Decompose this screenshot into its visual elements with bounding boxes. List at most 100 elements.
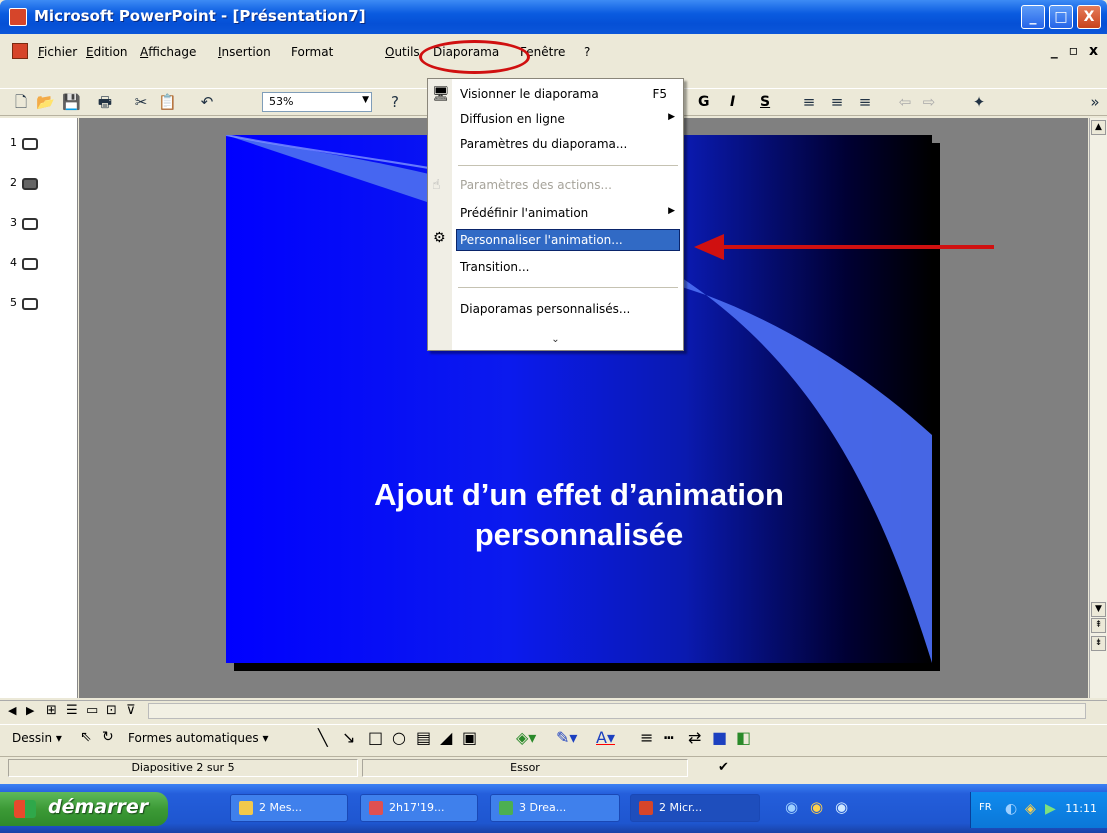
line-style-icon[interactable]: ≡ bbox=[640, 728, 653, 747]
italic-button[interactable]: I bbox=[730, 94, 735, 110]
shadow-icon[interactable]: ■ bbox=[712, 728, 727, 747]
menu-item-predefinir-animation[interactable]: Prédéfinir l'animation ▶ bbox=[428, 203, 683, 225]
quick-launch-icon[interactable]: ◉ bbox=[835, 798, 848, 816]
fill-color-icon[interactable]: ◈▾ bbox=[516, 728, 536, 747]
slide-view-icon[interactable]: ▭ bbox=[86, 703, 98, 718]
line-color-icon[interactable]: ✎▾ bbox=[556, 728, 577, 747]
menu-item-transition[interactable]: Transition... bbox=[428, 257, 683, 279]
menu-outils[interactable]: Outils bbox=[385, 45, 420, 59]
taskbar-button[interactable]: 3 Drea... bbox=[490, 794, 620, 822]
taskbar-button[interactable]: 2 Mes... bbox=[230, 794, 348, 822]
help-icon[interactable]: ? bbox=[386, 93, 404, 111]
menu-item-parametres-diaporama[interactable]: Paramètres du diaporama... bbox=[428, 134, 683, 156]
font-color-icon[interactable]: A▾ bbox=[596, 728, 615, 747]
line-icon[interactable]: ╲ bbox=[318, 728, 328, 747]
open-icon[interactable]: 📂 bbox=[36, 93, 55, 111]
scroll-left-icon[interactable]: ◀ bbox=[8, 704, 16, 717]
dash-style-icon[interactable]: ┅ bbox=[664, 728, 674, 747]
menu-item-personnaliser-animation[interactable]: Personnaliser l'animation... bbox=[456, 229, 680, 251]
menu-help[interactable]: ? bbox=[584, 45, 590, 59]
slide-title[interactable]: Ajout d’un effet d’animation personnalis… bbox=[226, 475, 932, 555]
document-icon[interactable] bbox=[12, 43, 28, 59]
slideshow-view-icon[interactable]: ⊽ bbox=[126, 703, 136, 718]
outline-pane: 1 2 3 4 5 bbox=[0, 118, 78, 698]
dessin-menu-button[interactable]: Dessin ▾ bbox=[12, 731, 62, 745]
document-window-controls[interactable]: _ ▫ x bbox=[1051, 43, 1101, 59]
menu-item-diaporamas-personnalises[interactable]: Diaporamas personnalisés... bbox=[428, 299, 683, 321]
expand-menu-chevron-icon[interactable]: ⌄ bbox=[428, 334, 683, 345]
taskbar-button-active[interactable]: 2 Micr... bbox=[630, 794, 760, 822]
align-left-icon[interactable]: ≡ bbox=[800, 93, 818, 111]
outline-view-icon[interactable]: ☰ bbox=[66, 703, 78, 718]
paste-icon[interactable]: 📋 bbox=[158, 93, 177, 111]
scroll-up-button[interactable]: ▲ bbox=[1091, 120, 1106, 135]
free-rotate-icon[interactable]: ↻ bbox=[102, 729, 114, 745]
bold-button[interactable]: G bbox=[698, 94, 710, 110]
vertical-scrollbar[interactable]: ▲ ▼ ⇞ ⇟ bbox=[1089, 118, 1107, 698]
print-icon[interactable]: 🖶 bbox=[96, 93, 114, 111]
slide-position-status: Diapositive 2 sur 5 bbox=[8, 759, 358, 777]
menu-item-diffusion[interactable]: Diffusion en ligne ▶ bbox=[428, 109, 683, 131]
menu-format[interactable]: Format bbox=[291, 45, 333, 59]
language-indicator[interactable]: FR bbox=[979, 802, 992, 813]
powerpoint-icon bbox=[639, 801, 653, 815]
toolbar-overflow-icon[interactable]: » bbox=[1086, 93, 1104, 111]
slide-thumbnail-selected[interactable] bbox=[22, 178, 38, 190]
system-tray: FR ◐ ◈ ▶ 11:11 bbox=[970, 792, 1107, 828]
rectangle-icon[interactable]: □ bbox=[368, 728, 383, 747]
promote-icon[interactable]: ⇦ bbox=[896, 93, 914, 111]
menu-fichier[interactable]: Fichier bbox=[38, 45, 77, 59]
media-play-icon[interactable]: ▶ bbox=[1045, 801, 1056, 817]
undo-icon[interactable]: ↶ bbox=[198, 93, 216, 111]
menu-insertion[interactable]: Insertion bbox=[218, 45, 271, 59]
autoshapes-menu-button[interactable]: Formes automatiques ▾ bbox=[128, 731, 268, 745]
network-icon[interactable]: ◐ bbox=[1005, 801, 1017, 817]
slide-thumbnail[interactable] bbox=[22, 298, 38, 310]
oval-icon[interactable]: ○ bbox=[392, 728, 406, 747]
slide-thumbnail[interactable] bbox=[22, 258, 38, 270]
shortcut-label: F5 bbox=[652, 87, 667, 101]
previous-slide-button[interactable]: ⇞ bbox=[1091, 618, 1106, 633]
shadow-button[interactable]: S bbox=[760, 94, 770, 110]
slide-thumbnail[interactable] bbox=[22, 138, 38, 150]
arrow-icon[interactable]: ↘ bbox=[342, 728, 355, 747]
demote-icon[interactable]: ⇨ bbox=[920, 93, 938, 111]
slide-sorter-view-icon[interactable]: ⊡ bbox=[106, 703, 117, 718]
menu-affichage[interactable]: Affichage bbox=[140, 45, 196, 59]
align-center-icon[interactable]: ≡ bbox=[828, 93, 846, 111]
horizontal-scrollbar[interactable] bbox=[148, 703, 1086, 719]
animation-effects-icon[interactable]: ✦ bbox=[970, 93, 988, 111]
scroll-down-button[interactable]: ▼ bbox=[1091, 602, 1106, 617]
quick-launch-icon[interactable]: ◉ bbox=[785, 798, 798, 816]
zoom-dropdown[interactable]: 53% ▼ bbox=[262, 92, 372, 112]
design-template-status: Essor bbox=[362, 759, 688, 777]
minimize-button[interactable]: _ bbox=[1021, 5, 1045, 29]
text-box-icon[interactable]: ▤ bbox=[416, 728, 431, 747]
scroll-right-icon[interactable]: ▶ bbox=[26, 704, 34, 717]
save-icon[interactable]: 💾 bbox=[62, 93, 81, 111]
quick-launch-icon[interactable]: ◉ bbox=[810, 798, 823, 816]
3d-icon[interactable]: ◧ bbox=[736, 728, 751, 747]
new-icon[interactable]: 🗋 bbox=[12, 93, 30, 111]
clipart-icon[interactable]: ▣ bbox=[462, 728, 477, 747]
select-objects-icon[interactable]: ⇖ bbox=[80, 729, 92, 745]
cut-icon[interactable]: ✂ bbox=[132, 93, 150, 111]
normal-view-icon[interactable]: ⊞ bbox=[46, 703, 57, 718]
chevron-down-icon: ▼ bbox=[362, 95, 369, 105]
next-slide-button[interactable]: ⇟ bbox=[1091, 636, 1106, 651]
arrow-style-icon[interactable]: ⇄ bbox=[688, 728, 701, 747]
taskbar-button[interactable]: 2h17'19... bbox=[360, 794, 478, 822]
status-bar: Diapositive 2 sur 5 Essor ✔ bbox=[0, 756, 1107, 778]
start-button[interactable]: démarrer bbox=[0, 792, 168, 826]
align-right-icon[interactable]: ≡ bbox=[856, 93, 874, 111]
close-button[interactable]: X bbox=[1077, 5, 1101, 29]
menu-edition[interactable]: Edition bbox=[86, 45, 128, 59]
powerpoint-app-icon[interactable] bbox=[9, 8, 27, 26]
slide-thumbnail[interactable] bbox=[22, 218, 38, 230]
menu-item-visionner[interactable]: 🖥 Visionner le diaporama F5 bbox=[428, 84, 683, 106]
wordart-icon[interactable]: ◢ bbox=[440, 728, 452, 747]
spellcheck-icon[interactable]: ✔ bbox=[718, 760, 729, 775]
slide-number: 3 bbox=[10, 216, 17, 229]
tray-icon[interactable]: ◈ bbox=[1025, 801, 1036, 817]
maximize-button[interactable]: □ bbox=[1049, 5, 1073, 29]
